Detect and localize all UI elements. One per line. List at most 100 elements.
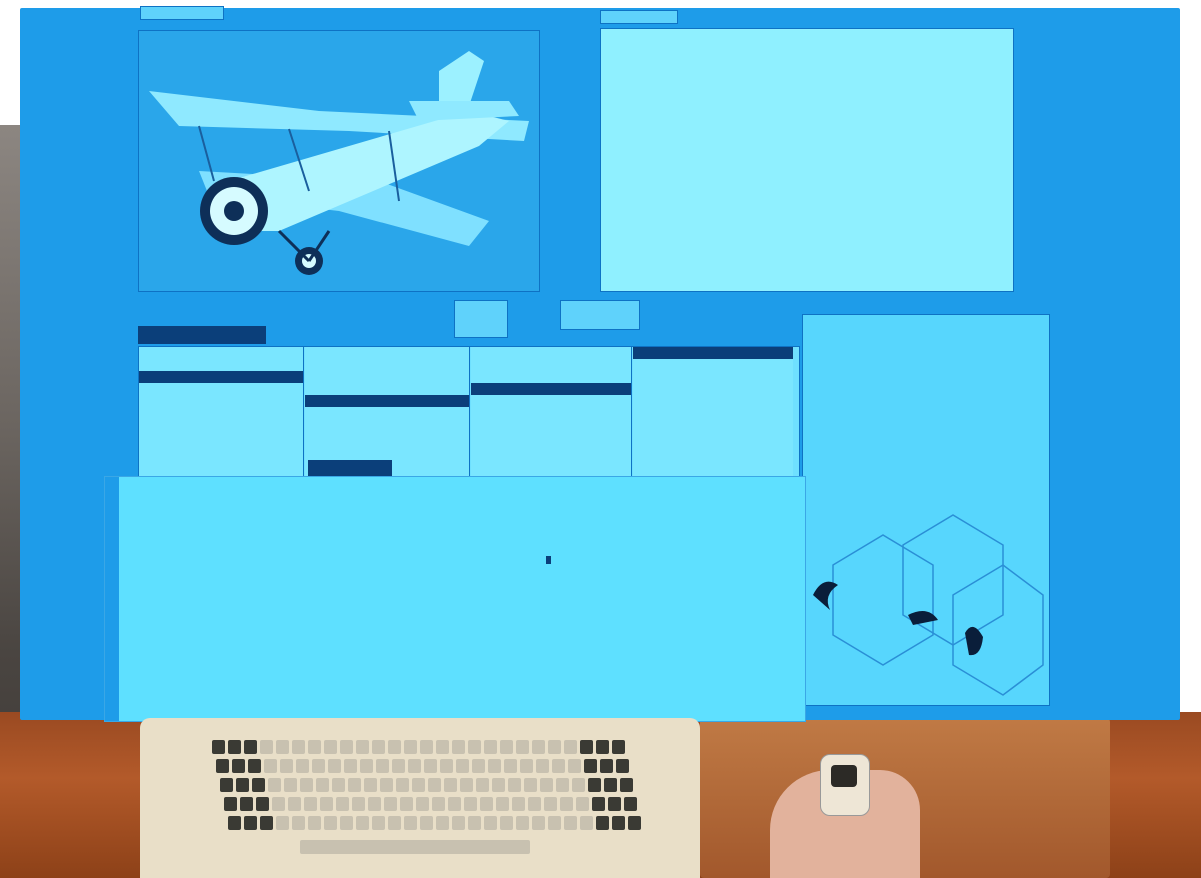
keyboard-key[interactable] [340,740,353,754]
keyboard-key[interactable] [312,759,325,773]
keyboard-key[interactable] [388,816,401,830]
browser-list-item[interactable] [305,395,469,407]
keyboard-key[interactable] [568,759,581,773]
keyboard-key[interactable] [408,759,421,773]
keyboard-key[interactable] [600,759,613,773]
keyboard-key[interactable] [560,797,573,811]
keyboard-key[interactable] [524,778,537,792]
keyboard-key[interactable] [468,816,481,830]
keyboard-key[interactable] [292,816,305,830]
keyboard-key[interactable] [280,759,293,773]
keyboard-key[interactable] [236,778,249,792]
keyboard-key[interactable] [428,778,441,792]
plane-window-tab[interactable] [140,6,224,20]
keyboard-key[interactable] [436,740,449,754]
browser-list-item[interactable] [139,419,303,431]
keyboard-key[interactable] [604,778,617,792]
keyboard-key[interactable] [508,778,521,792]
keyboard[interactable] [140,718,700,878]
keyboard-key[interactable] [264,759,277,773]
keyboard-key[interactable] [556,778,569,792]
browser-list-item[interactable] [633,347,793,359]
keyboard-key[interactable] [316,778,329,792]
keyboard-key[interactable] [248,759,261,773]
browser-list-item[interactable] [305,371,469,383]
browser-pane-3[interactable] [471,347,632,487]
keyboard-key[interactable] [532,816,545,830]
keyboard-key[interactable] [276,816,289,830]
keyboard-key[interactable] [216,759,229,773]
keyboard-key[interactable] [284,778,297,792]
keyboard-key[interactable] [480,797,493,811]
keyboard-key[interactable] [324,816,337,830]
keyboard-key[interactable] [404,816,417,830]
browser-selection-label[interactable] [308,460,392,476]
keyboard-key[interactable] [400,797,413,811]
keyboard-key[interactable] [272,797,285,811]
keyboard-key[interactable] [356,740,369,754]
keyboard-key[interactable] [500,816,513,830]
keyboard-key[interactable] [260,740,273,754]
keyboard-key[interactable] [476,778,489,792]
document-window[interactable] [600,28,1014,292]
browser-pane-1[interactable] [139,347,304,487]
keyboard-key[interactable] [552,759,565,773]
keyboard-key[interactable] [256,797,269,811]
keyboard-key[interactable] [548,740,561,754]
keyboard-key[interactable] [224,797,237,811]
code-editor-window[interactable] [104,476,806,722]
keyboard-key[interactable] [588,778,601,792]
keyboard-key[interactable] [564,816,577,830]
keyboard-key[interactable] [244,740,257,754]
keyboard-key[interactable] [596,740,609,754]
keyboard-key[interactable] [484,816,497,830]
keyboard-key[interactable] [384,797,397,811]
keyboard-key[interactable] [532,740,545,754]
browser-list-item[interactable] [471,371,631,383]
keyboard-key[interactable] [580,816,593,830]
browser-list-item[interactable] [471,395,631,407]
keyboard-key[interactable] [292,740,305,754]
browser-list-item[interactable] [139,395,303,407]
keyboard-key[interactable] [472,759,485,773]
keyboard-key[interactable] [360,759,373,773]
keyboard-key[interactable] [484,740,497,754]
keyboard-key[interactable] [388,740,401,754]
doc-window-tab[interactable] [600,10,678,24]
keyboard-key[interactable] [420,816,433,830]
keyboard-key[interactable] [356,816,369,830]
keyboard-key[interactable] [268,778,281,792]
browser-list-item[interactable] [633,371,793,383]
keyboard-key[interactable] [624,797,637,811]
browser-list-item[interactable] [633,359,793,371]
keyboard-key[interactable] [300,778,313,792]
keyboard-key[interactable] [452,740,465,754]
keyboard-key[interactable] [296,759,309,773]
browser-list-item[interactable] [471,359,631,371]
keyboard-key[interactable] [468,740,481,754]
keyboard-key[interactable] [396,778,409,792]
keyboard-key[interactable] [452,816,465,830]
keyboard-key[interactable] [592,797,605,811]
keyboard-key[interactable] [608,797,621,811]
keyboard-key[interactable] [620,778,633,792]
keyboard-key[interactable] [612,816,625,830]
browser-list-item[interactable] [139,383,303,395]
keyboard-key[interactable] [228,816,241,830]
browser-tab-1[interactable] [454,300,508,338]
keyboard-key[interactable] [528,797,541,811]
keyboard-key[interactable] [544,797,557,811]
keyboard-key[interactable] [424,759,437,773]
keyboard-key[interactable] [504,759,517,773]
browser-list-item[interactable] [633,383,793,395]
keyboard-key[interactable] [232,759,245,773]
keyboard-key[interactable] [368,797,381,811]
keyboard-key[interactable] [328,759,341,773]
keyboard-key[interactable] [352,797,365,811]
keyboard-key[interactable] [348,778,361,792]
keyboard-key[interactable] [516,816,529,830]
browser-list-item[interactable] [305,383,469,395]
browser-list-item[interactable] [305,407,469,419]
keyboard-key[interactable] [260,816,273,830]
keyboard-key[interactable] [240,797,253,811]
